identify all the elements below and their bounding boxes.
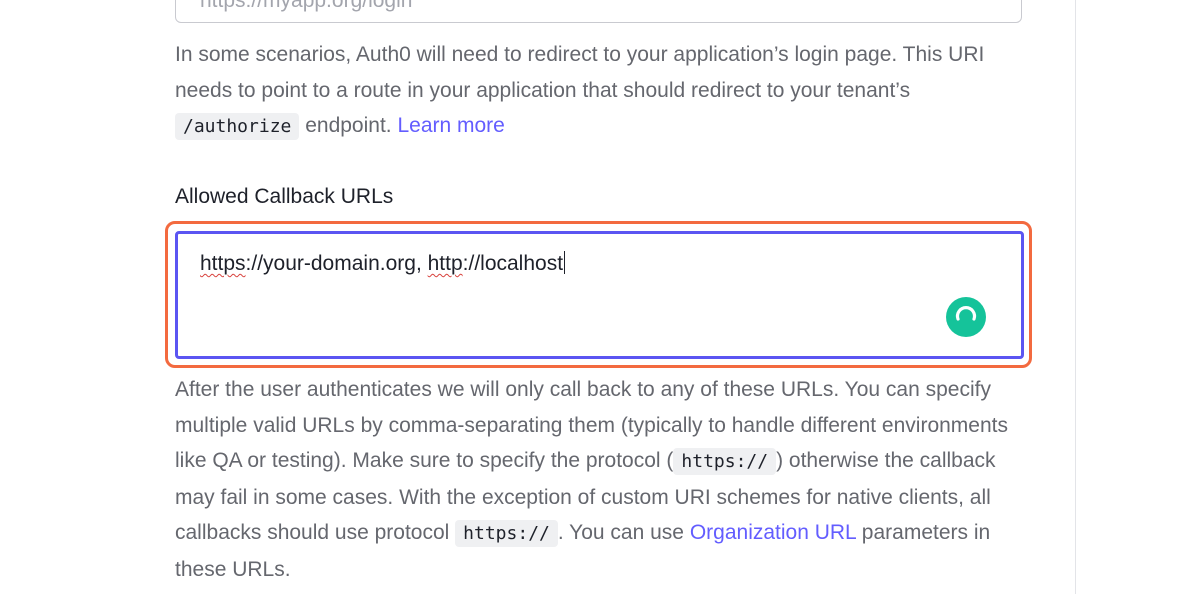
allowed-callback-urls-label: Allowed Callback URLs xyxy=(175,185,394,208)
learn-more-link[interactable]: Learn more xyxy=(397,114,504,137)
allowed-callback-urls-textarea[interactable]: https://your-domain.org, http://localhos… xyxy=(175,231,1024,359)
https-code: https:// xyxy=(673,448,777,475)
panel-divider xyxy=(1075,0,1076,594)
login-uri-help-text: In some scenarios, Auth0 will need to re… xyxy=(175,37,1025,145)
callback-help-text: After the user authenticates we will onl… xyxy=(175,378,1008,581)
login-uri-help-line: In some scenarios, Auth0 will need to re… xyxy=(175,43,985,102)
login-uri-help-after: endpoint. xyxy=(299,114,398,137)
callback-urls-value: https://your-domain.org, http://localhos… xyxy=(200,251,566,275)
text-caret xyxy=(564,251,566,274)
organization-url-link[interactable]: Organization URL xyxy=(690,521,856,544)
grammarly-icon[interactable] xyxy=(946,297,986,337)
login-uri-value: https://myapp.org/login xyxy=(200,0,413,12)
application-login-uri-input[interactable]: https://myapp.org/login xyxy=(175,0,1022,23)
authorize-code: /authorize xyxy=(175,113,300,140)
https-code: https:// xyxy=(455,520,558,547)
